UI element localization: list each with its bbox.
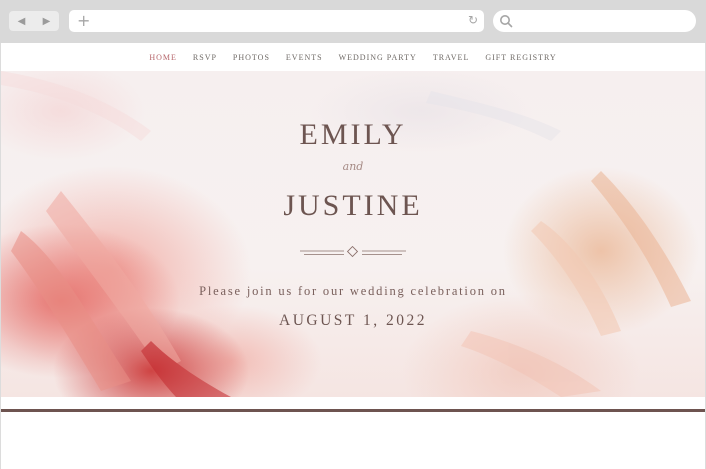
content-area [1, 412, 705, 469]
reload-icon[interactable]: ↻ [468, 13, 478, 27]
nav-item-travel[interactable]: TRAVEL [433, 53, 470, 62]
new-tab-icon[interactable]: + [77, 11, 90, 30]
invitation-text: Please join us for our wedding celebrati… [199, 284, 507, 298]
partner-name-second: JUSTINE [283, 189, 423, 222]
nav-item-home[interactable]: HOME [149, 53, 177, 62]
divider-ornament-icon [300, 246, 406, 258]
forward-arrow-icon[interactable]: ▶ [43, 16, 51, 27]
address-bar[interactable]: + ↻ [69, 10, 484, 32]
nav-item-gift-registry[interactable]: GIFT REGISTRY [485, 53, 556, 62]
hero-banner: EMILY and JUSTINE Please join us for our… [1, 71, 705, 397]
section-spacer [1, 397, 705, 409]
browser-toolbar: ◀ ▶ + ↻ [0, 0, 706, 43]
nav-item-wedding-party[interactable]: WEDDING PARTY [339, 53, 417, 62]
browser-search-field[interactable] [493, 10, 696, 32]
website-page: HOME RSVP PHOTOS EVENTS WEDDING PARTY TR… [1, 43, 705, 469]
name-connector: and [342, 160, 364, 173]
partner-name-first: EMILY [299, 118, 407, 151]
nav-item-events[interactable]: EVENTS [286, 53, 323, 62]
history-buttons: ◀ ▶ [9, 11, 59, 31]
nav-item-rsvp[interactable]: RSVP [193, 53, 217, 62]
wedding-date: AUGUST 1, 2022 [279, 312, 427, 329]
back-arrow-icon[interactable]: ◀ [18, 16, 26, 27]
site-navigation: HOME RSVP PHOTOS EVENTS WEDDING PARTY TR… [1, 43, 705, 71]
nav-item-photos[interactable]: PHOTOS [233, 53, 270, 62]
search-icon [500, 15, 513, 28]
